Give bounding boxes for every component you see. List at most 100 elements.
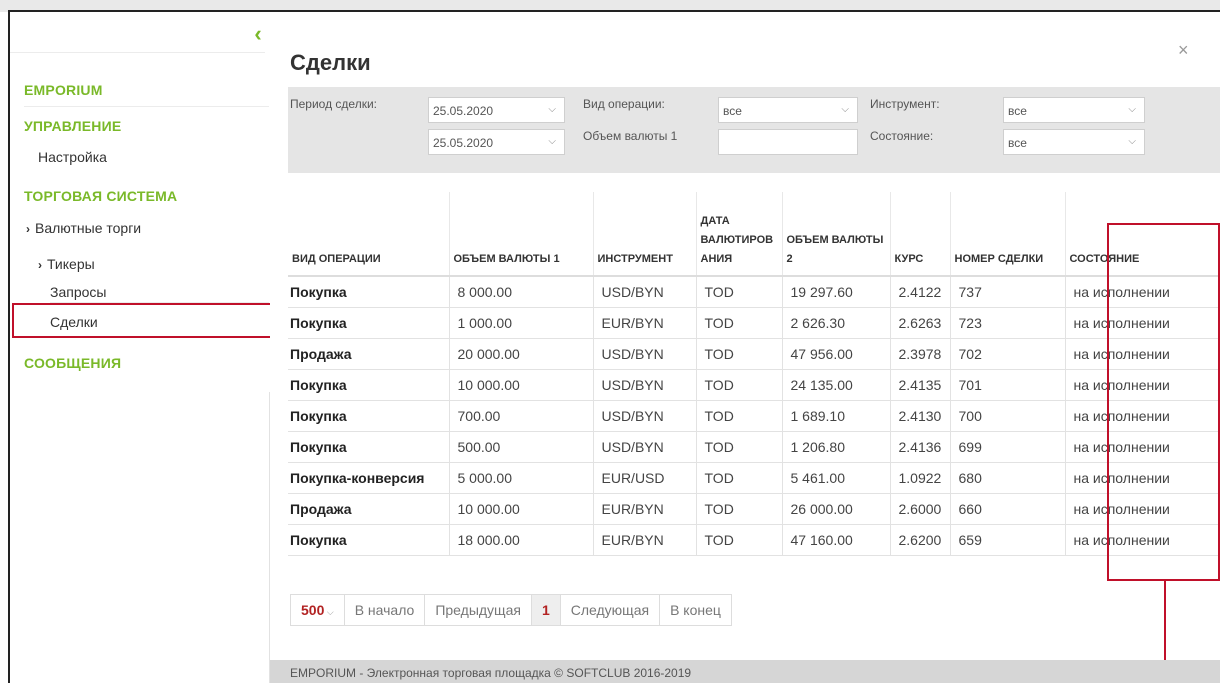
cell-value-date: TOD <box>695 493 782 525</box>
sidebar-item-emporium[interactable]: EMPORIUM <box>24 82 103 98</box>
cell-amount2: 47 160.00 <box>781 524 890 556</box>
sidebar-divider <box>24 106 269 107</box>
state-column-highlight <box>1107 223 1220 581</box>
table-row[interactable]: Покупка 700.00 USD/BYN TOD 1 689.10 2.4130 700… <box>288 400 1220 432</box>
cell-deal-no: 680 <box>949 462 1065 494</box>
table-row[interactable]: Покупка 10 000.00 USD/BYN TOD 24 135.00 2.413… <box>288 369 1220 401</box>
sidebar-item-messages[interactable]: СООБЩЕНИЯ <box>24 355 121 371</box>
cell-amount1: 10 000.00 <box>448 493 593 525</box>
cell-amount2: 26 000.00 <box>781 493 890 525</box>
sidebar-item-settings[interactable]: Настройка <box>38 149 107 165</box>
state-label: Состояние: <box>870 129 934 143</box>
chevron-right-icon: › <box>26 222 30 236</box>
page-size-select[interactable]: 500 ⌵ <box>291 595 345 625</box>
table-row[interactable]: Покупка 18 000.00 EUR/BYN TOD 47 160.00 2.620… <box>288 524 1220 556</box>
op-type-select[interactable]: все ⌵ <box>718 97 858 123</box>
period-to-select[interactable]: 25.05.2020 ⌵ <box>428 129 565 155</box>
sidebar-divider <box>10 52 265 53</box>
chevron-down-icon: ⌵ <box>1128 136 1136 147</box>
cell-op: Покупка-конверсия <box>288 462 449 494</box>
cell-value-date: TOD <box>695 524 782 556</box>
period-to-value: 25.05.2020 <box>433 136 494 150</box>
cell-amount2: 5 461.00 <box>781 462 890 494</box>
cell-value-date: TOD <box>695 338 782 370</box>
cell-rate: 2.4135 <box>889 369 950 401</box>
table-row[interactable]: Покупка 1 000.00 EUR/BYN TOD 2 626.30 2.6263 7… <box>288 307 1220 339</box>
period-label: Период сделки: <box>290 97 377 111</box>
cell-rate: 2.6000 <box>889 493 950 525</box>
cell-amount2: 24 135.00 <box>781 369 890 401</box>
cell-rate: 2.4136 <box>889 431 950 463</box>
chevron-down-icon: ⌵ <box>324 607 334 617</box>
op-type-label: Вид операции: <box>583 97 665 111</box>
cell-op: Продажа <box>288 338 449 370</box>
sidebar-item-tickers[interactable]: › Тикеры <box>38 256 95 272</box>
state-select[interactable]: все ⌵ <box>1003 129 1145 155</box>
sidebar-item-requests[interactable]: Запросы <box>50 284 106 300</box>
table-header-row: ВИД ОПЕРАЦИИ ОБЪЕМ ВАЛЮТЫ 1 ИНСТРУМЕНТ Д… <box>288 192 1220 277</box>
pager-prev-button[interactable]: Предыдущая <box>425 595 532 625</box>
pager-first-button[interactable]: В начало <box>345 595 426 625</box>
sidebar-item-trading-system[interactable]: ТОРГОВАЯ СИСТЕМА <box>24 188 177 204</box>
sidebar-item-management[interactable]: УПРАВЛЕНИЕ <box>24 118 121 134</box>
cell-instrument: EUR/USD <box>592 462 696 494</box>
col-header-rate[interactable]: КУРС <box>889 192 950 277</box>
sidebar: ‹ EMPORIUM УПРАВЛЕНИЕ Настройка ТОРГОВАЯ… <box>10 12 280 683</box>
period-from-select[interactable]: 25.05.2020 ⌵ <box>428 97 565 123</box>
cell-instrument: USD/BYN <box>592 431 696 463</box>
cell-value-date: TOD <box>695 276 782 308</box>
pagination: 500 ⌵ В начало Предыдущая 1 Следующая В … <box>290 594 732 626</box>
chevron-left-icon[interactable]: ‹ <box>248 22 268 46</box>
instrument-select[interactable]: все ⌵ <box>1003 97 1145 123</box>
cell-instrument: EUR/BYN <box>592 493 696 525</box>
amount-input[interactable] <box>718 129 858 155</box>
period-from-value: 25.05.2020 <box>433 104 494 118</box>
col-header-deal-no[interactable]: НОМЕР СДЕЛКИ <box>949 192 1065 277</box>
instrument-label: Инструмент: <box>870 97 940 111</box>
cell-op: Покупка <box>288 400 449 432</box>
cell-deal-no: 702 <box>949 338 1065 370</box>
cell-rate: 2.6263 <box>889 307 950 339</box>
col-header-instrument[interactable]: ИНСТРУМЕНТ <box>592 192 696 277</box>
cell-rate: 2.3978 <box>889 338 950 370</box>
col-header-op[interactable]: ВИД ОПЕРАЦИИ <box>288 192 449 277</box>
pager-next-button[interactable]: Следующая <box>561 595 661 625</box>
col-header-amount2[interactable]: ОБЪЕМ ВАЛЮТЫ 2 <box>781 192 890 277</box>
cell-deal-no: 700 <box>949 400 1065 432</box>
col-header-amount1[interactable]: ОБЪЕМ ВАЛЮТЫ 1 <box>448 192 593 277</box>
cell-op: Покупка <box>288 431 449 463</box>
cell-value-date: TOD <box>695 431 782 463</box>
cell-amount1: 20 000.00 <box>448 338 593 370</box>
cell-amount1: 700.00 <box>448 400 593 432</box>
cell-value-date: TOD <box>695 462 782 494</box>
amount-label: Объем валюты 1 <box>583 129 678 143</box>
table-row[interactable]: Продажа 20 000.00 USD/BYN TOD 47 956.00 2.397… <box>288 338 1220 370</box>
cell-amount2: 2 626.30 <box>781 307 890 339</box>
pager-current-page[interactable]: 1 <box>531 595 561 625</box>
col-header-value-date[interactable]: ДАТА ВАЛЮТИРОВ АНИЯ <box>695 192 782 277</box>
page-title: Сделки <box>290 50 371 75</box>
cell-value-date: TOD <box>695 369 782 401</box>
main-panel: Сделки × Период сделки: 25.05.2020 ⌵ 25.… <box>270 12 1220 683</box>
pager-last-button[interactable]: В конец <box>660 595 731 625</box>
cell-op: Покупка <box>288 307 449 339</box>
cell-amount1: 5 000.00 <box>448 462 593 494</box>
chevron-down-icon: ⌵ <box>548 104 556 115</box>
table-row[interactable]: Покупка 500.00 USD/BYN TOD 1 206.80 2.4136 699… <box>288 431 1220 463</box>
filter-panel: Период сделки: 25.05.2020 ⌵ 25.05.2020 ⌵… <box>288 87 1220 173</box>
close-icon[interactable]: × <box>1178 40 1189 61</box>
table-row[interactable]: Продажа 10 000.00 EUR/BYN TOD 26 000.00 2.600… <box>288 493 1220 525</box>
table-row[interactable]: Покупка-конверсия 5 000.00 EUR/USD TOD 5 461… <box>288 462 1220 494</box>
chevron-right-icon: › <box>38 258 42 272</box>
cell-amount1: 8 000.00 <box>448 276 593 308</box>
chevron-down-icon: ⌵ <box>1128 104 1136 115</box>
cell-rate: 2.4130 <box>889 400 950 432</box>
state-value: все <box>1008 136 1027 150</box>
cell-op: Покупка <box>288 276 449 308</box>
cell-instrument: USD/BYN <box>592 400 696 432</box>
sidebar-item-fx-trading[interactable]: › Валютные торги <box>26 220 141 236</box>
table-row[interactable]: Покупка 8 000.00 USD/BYN TOD 19 297.60 2.4122… <box>288 276 1220 308</box>
cell-amount1: 1 000.00 <box>448 307 593 339</box>
deals-table-wrapper: ВИД ОПЕРАЦИИ ОБЪЕМ ВАЛЮТЫ 1 ИНСТРУМЕНТ Д… <box>288 192 1220 556</box>
cell-instrument: EUR/BYN <box>592 307 696 339</box>
